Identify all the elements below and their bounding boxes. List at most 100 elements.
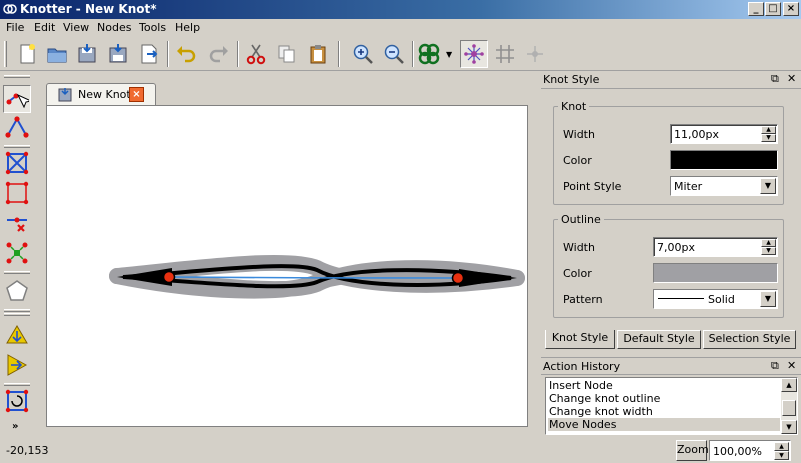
close-tab-button[interactable]: × bbox=[129, 87, 144, 102]
zoom-in-icon bbox=[353, 44, 373, 64]
open-file-button[interactable] bbox=[43, 40, 71, 68]
zoom-out-button[interactable] bbox=[380, 40, 408, 68]
dock-close-icon[interactable]: ✕ bbox=[787, 359, 796, 372]
spin-down-icon[interactable]: ▼ bbox=[761, 134, 776, 142]
document-tab[interactable]: New Knot × bbox=[46, 83, 156, 105]
document-tab-label: New Knot bbox=[78, 88, 131, 101]
maximize-button[interactable]: □ bbox=[765, 2, 781, 16]
toolbox-grip[interactable] bbox=[4, 313, 30, 316]
outline-width-spinbox[interactable]: 7,00px ▲ ▼ bbox=[653, 237, 778, 257]
toolbox-separator bbox=[4, 145, 30, 148]
snap-button[interactable] bbox=[521, 40, 549, 68]
redo-button[interactable] bbox=[205, 40, 233, 68]
square-lattice-tool[interactable] bbox=[3, 179, 31, 207]
knot-drawing[interactable] bbox=[47, 106, 527, 426]
grid-button[interactable] bbox=[491, 40, 519, 68]
menu-tools[interactable]: Tools bbox=[139, 21, 166, 34]
cut-button[interactable] bbox=[242, 40, 270, 68]
window-title: Knotter - New Knot* bbox=[20, 2, 157, 16]
save-button[interactable] bbox=[73, 40, 101, 68]
zoom-spinbox[interactable]: 100,00% ▲ ▼ bbox=[709, 440, 791, 461]
show-graph-button[interactable] bbox=[460, 40, 488, 68]
dock-float-icon[interactable]: ⧉ bbox=[771, 359, 779, 373]
knotter-app-icon bbox=[3, 4, 17, 14]
scroll-up-icon[interactable]: ▲ bbox=[781, 378, 797, 392]
tab-selection-style[interactable]: Selection Style bbox=[703, 330, 796, 349]
zoom-in-button[interactable] bbox=[349, 40, 377, 68]
tab-knot-style[interactable]: Knot Style bbox=[545, 330, 615, 349]
flip-vertical-tool[interactable] bbox=[3, 351, 31, 379]
pattern-combo[interactable]: Solid ▼ bbox=[653, 289, 778, 309]
open-folder-icon bbox=[47, 48, 67, 63]
erase-edge-tool[interactable] bbox=[3, 209, 31, 237]
dock-float-icon[interactable]: ⧉ bbox=[771, 72, 779, 86]
menu-nodes[interactable]: Nodes bbox=[97, 21, 131, 34]
polygon-tool[interactable] bbox=[3, 277, 31, 305]
scroll-down-icon[interactable]: ▼ bbox=[781, 420, 797, 434]
tab-default-style[interactable]: Default Style bbox=[617, 330, 701, 349]
menu-bar: File Edit View Nodes Tools Help bbox=[0, 19, 801, 37]
outline-color-swatch[interactable] bbox=[653, 263, 778, 283]
toolbox-separator bbox=[4, 271, 30, 274]
point-style-combo[interactable]: Miter ▼ bbox=[670, 176, 778, 196]
cursor-coordinates: -20,153 bbox=[6, 444, 49, 457]
edit-lattice-tool[interactable] bbox=[3, 113, 31, 141]
dock-close-icon[interactable]: ✕ bbox=[787, 72, 796, 85]
toolbar-grip[interactable] bbox=[4, 41, 7, 67]
save-as-button[interactable] bbox=[104, 40, 132, 68]
knot-display-dropdown[interactable]: ▼ bbox=[446, 50, 452, 59]
toolbox-more-chevron-icon[interactable]: » bbox=[12, 421, 18, 432]
outline-width-value: 7,00px bbox=[657, 241, 695, 254]
edit-toolbox: » bbox=[0, 71, 33, 438]
knot-group-label: Knot bbox=[558, 100, 590, 113]
menu-view[interactable]: View bbox=[63, 21, 89, 34]
menu-file[interactable]: File bbox=[6, 21, 24, 34]
new-file-button[interactable] bbox=[13, 40, 41, 68]
spin-up-icon[interactable]: ▲ bbox=[761, 126, 776, 134]
menu-edit[interactable]: Edit bbox=[34, 21, 55, 34]
dropdown-arrow-icon[interactable]: ▼ bbox=[760, 178, 776, 194]
export-button[interactable] bbox=[135, 40, 163, 68]
pentagon-icon bbox=[6, 280, 28, 301]
knot-width-spinbox[interactable]: 11,00px ▲ ▼ bbox=[670, 124, 778, 144]
history-item[interactable]: Change knot outline bbox=[548, 392, 780, 405]
action-history-list[interactable]: Insert Node Change knot outline Change k… bbox=[545, 377, 798, 435]
clipboard-icon bbox=[310, 45, 326, 64]
close-window-button[interactable]: × bbox=[783, 2, 799, 16]
spin-up-icon[interactable]: ▲ bbox=[761, 239, 776, 247]
toolbar-separator bbox=[338, 41, 340, 67]
menu-help[interactable]: Help bbox=[175, 21, 200, 34]
toolbar-separator bbox=[167, 41, 169, 67]
knot-color-swatch[interactable] bbox=[670, 150, 778, 170]
history-item[interactable]: Change knot width bbox=[548, 405, 780, 418]
erase-edge-icon bbox=[7, 217, 27, 232]
scrollbar-thumb[interactable] bbox=[782, 400, 796, 416]
status-bar: -20,153 Zoom 100,00% ▲ ▼ bbox=[0, 438, 801, 463]
knot-canvas[interactable] bbox=[46, 105, 528, 427]
history-scrollbar[interactable]: ▲ ▼ bbox=[781, 378, 797, 434]
spin-down-icon[interactable]: ▼ bbox=[774, 451, 789, 460]
spin-down-icon[interactable]: ▼ bbox=[761, 247, 776, 255]
select-pointer-icon bbox=[6, 93, 29, 109]
undo-button[interactable] bbox=[172, 40, 200, 68]
rotate-tool[interactable] bbox=[3, 387, 31, 415]
zoom-button[interactable]: Zoom bbox=[676, 440, 709, 461]
edit-graph-tool[interactable] bbox=[3, 85, 31, 113]
history-item[interactable]: Insert Node bbox=[548, 379, 780, 392]
graph-node-right[interactable] bbox=[451, 271, 465, 285]
toolbox-grip[interactable] bbox=[4, 75, 30, 78]
minimize-button[interactable]: _ bbox=[748, 2, 764, 16]
paste-button[interactable] bbox=[304, 40, 332, 68]
undo-icon bbox=[177, 46, 196, 63]
knot-display-button[interactable] bbox=[415, 40, 443, 68]
flip-horizontal-tool[interactable] bbox=[3, 321, 31, 349]
merge-nodes-tool[interactable] bbox=[3, 239, 31, 267]
copy-button[interactable] bbox=[273, 40, 301, 68]
history-item-selected[interactable]: Move Nodes bbox=[548, 418, 780, 431]
graph-node-left[interactable] bbox=[162, 270, 176, 284]
toggle-edges-tool[interactable] bbox=[3, 149, 31, 177]
dropdown-arrow-icon[interactable]: ▼ bbox=[760, 291, 776, 307]
spin-up-icon[interactable]: ▲ bbox=[774, 442, 789, 451]
pattern-label: Pattern bbox=[563, 293, 603, 306]
outline-group-label: Outline bbox=[558, 213, 604, 226]
